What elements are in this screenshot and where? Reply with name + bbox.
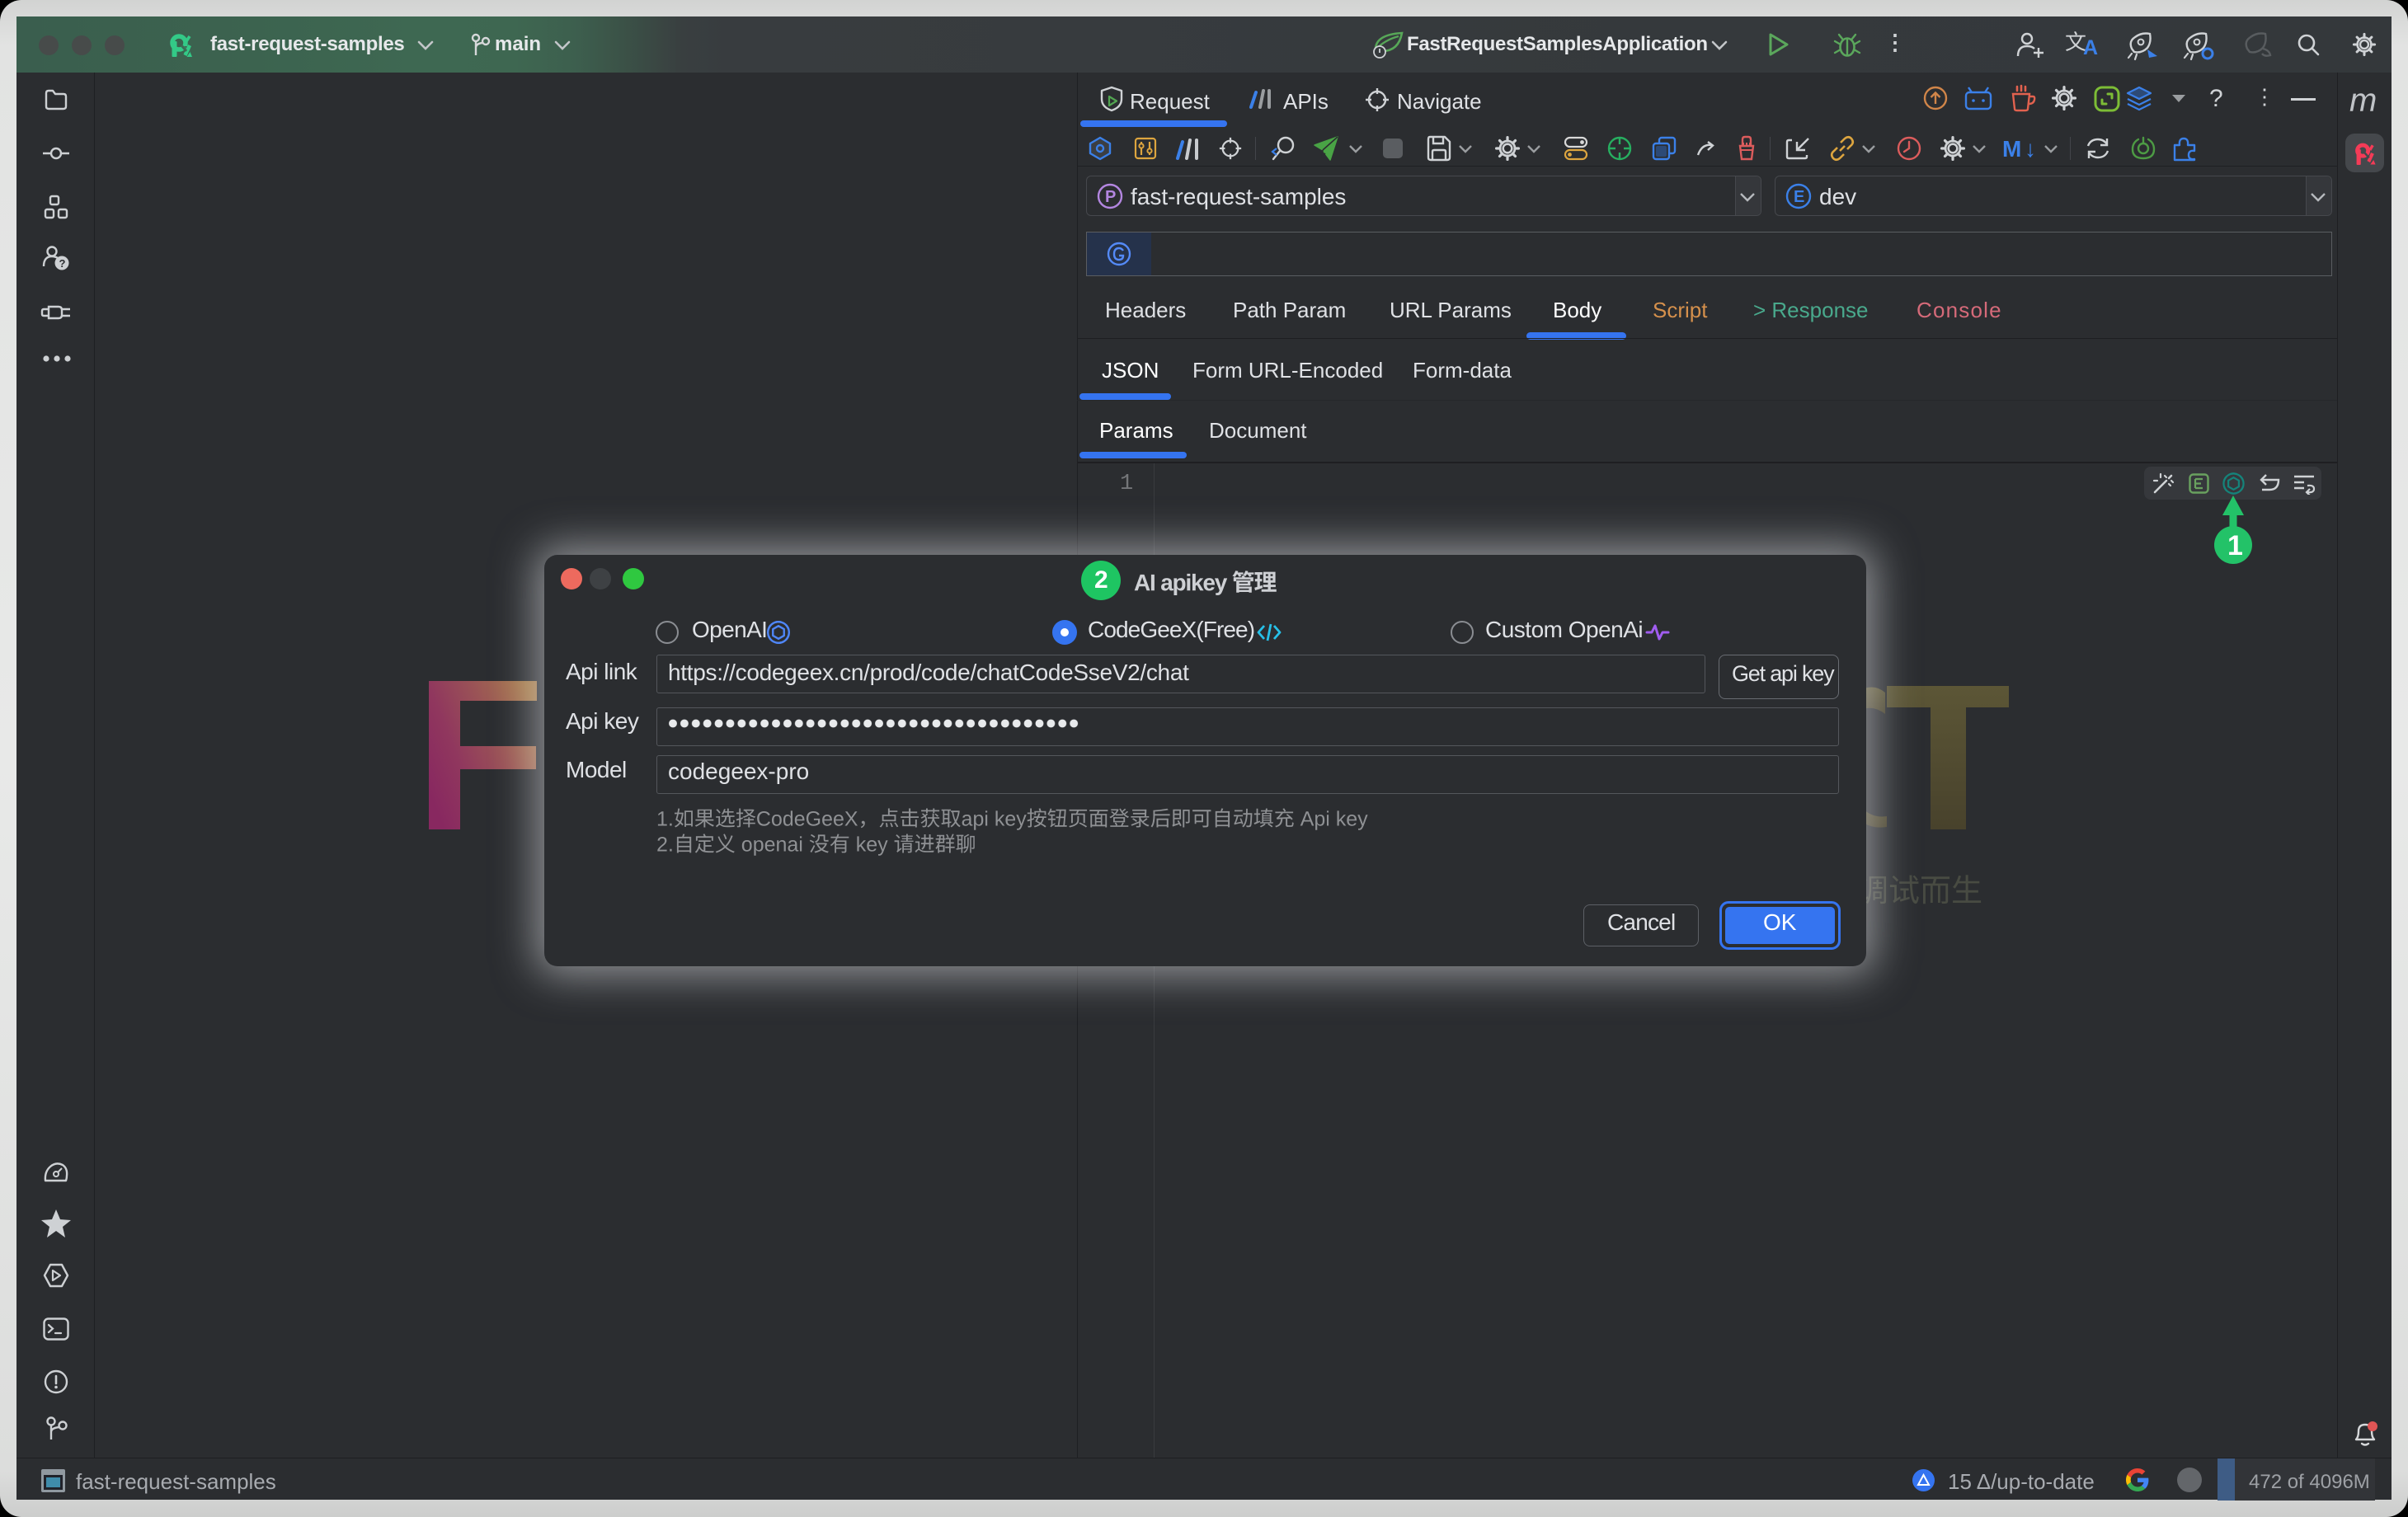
svg-text:E: E: [1794, 188, 1804, 206]
svg-text:P: P: [1105, 188, 1116, 206]
svg-text:1: 1: [2227, 530, 2243, 561]
svg-text:?: ?: [59, 257, 66, 270]
